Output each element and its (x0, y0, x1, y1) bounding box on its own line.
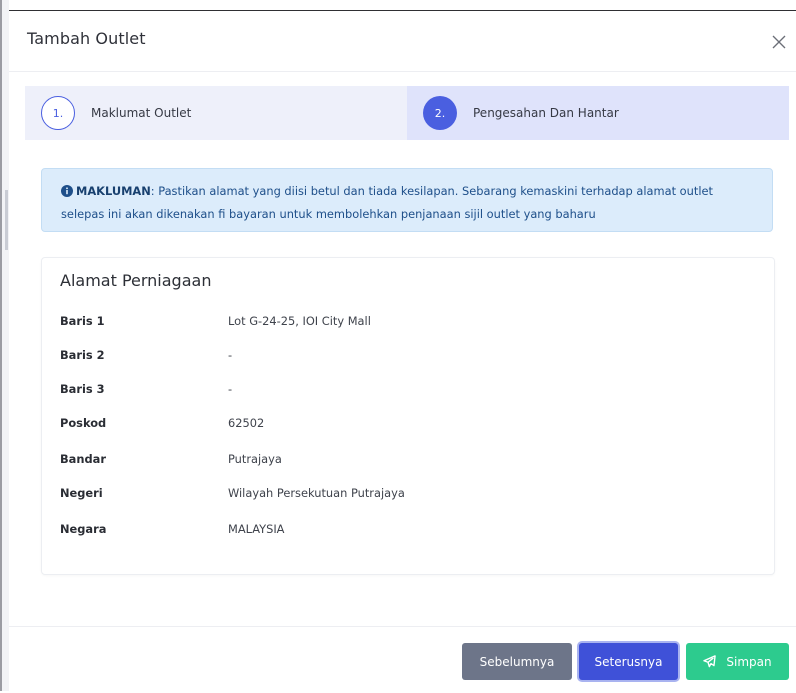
address-label: Negeri (60, 486, 103, 500)
modal-title: Tambah Outlet (27, 29, 146, 48)
address-label: Baris 1 (60, 314, 105, 328)
info-alert: MAKLUMAN: Pastikan alamat yang diisi bet… (41, 168, 773, 232)
alert-message: : Pastikan alamat yang diisi betul dan t… (61, 184, 713, 221)
background-page-edge (0, 0, 9, 691)
previous-button-label: Sebelumnya (479, 654, 555, 669)
address-value: Putrajaya (228, 452, 282, 466)
close-button[interactable] (768, 31, 790, 53)
save-button-label: Simpan (726, 654, 772, 669)
address-value: Lot G-24-25, IOI City Mall (228, 314, 371, 328)
next-button-label: Seterusnya (594, 654, 663, 669)
address-label: Negara (60, 522, 107, 536)
address-label: Baris 3 (60, 382, 105, 396)
add-outlet-modal: Tambah Outlet 1. Maklumat Outlet 2. Peng… (9, 10, 796, 692)
step-number-badge: 1. (41, 96, 75, 130)
background-strip (2, 0, 9, 691)
address-value: 62502 (228, 416, 265, 430)
wizard-stepper: 1. Maklumat Outlet 2. Pengesahan Dan Han… (25, 86, 789, 140)
step-maklumat-outlet[interactable]: 1. Maklumat Outlet (25, 86, 407, 140)
info-circle-icon (61, 183, 73, 204)
business-address-card: Alamat Perniagaan Baris 1 Lot G-24-25, I… (41, 257, 775, 575)
step-number-badge: 2. (423, 96, 457, 130)
address-label: Bandar (60, 452, 106, 466)
previous-button[interactable]: Sebelumnya (462, 643, 572, 680)
address-value: Wilayah Persekutuan Putrajaya (228, 486, 405, 500)
next-button[interactable]: Seterusnya (579, 643, 678, 680)
step-label: Pengesahan Dan Hantar (473, 106, 619, 120)
card-title: Alamat Perniagaan (60, 271, 212, 290)
modal-header: Tambah Outlet (9, 11, 796, 72)
close-icon (772, 35, 786, 49)
address-label: Baris 2 (60, 348, 105, 362)
address-value: MALAYSIA (228, 522, 285, 536)
alert-title: MAKLUMAN (76, 184, 151, 198)
background-scroll-mark (5, 190, 8, 250)
address-value: - (228, 348, 233, 362)
step-pengesahan-dan-hantar[interactable]: 2. Pengesahan Dan Hantar (407, 86, 789, 140)
send-icon (703, 655, 717, 668)
address-label: Poskod (60, 416, 107, 430)
step-label: Maklumat Outlet (91, 106, 192, 120)
modal-footer: Sebelumnya Seterusnya Simpan (9, 626, 796, 693)
address-value: - (228, 382, 233, 396)
save-button[interactable]: Simpan (686, 643, 789, 680)
